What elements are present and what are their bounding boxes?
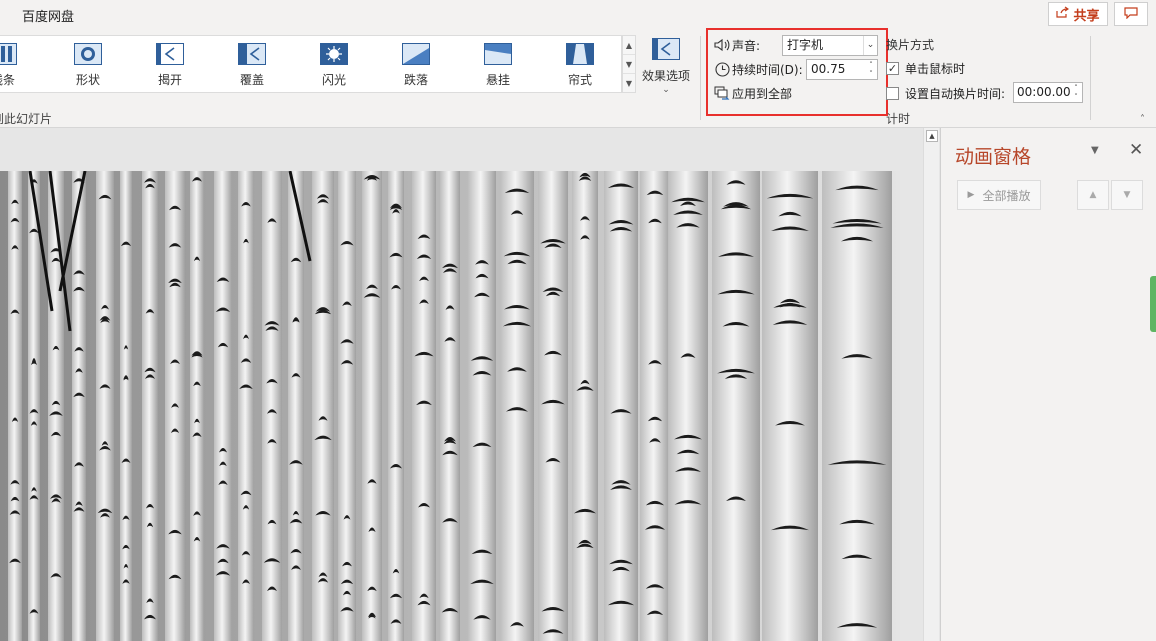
play-all-button[interactable]: ▶ 全部播放 [957,180,1041,210]
speaker-icon [714,37,730,53]
ribbon-top-bar: 百度网盘 共享 [0,0,1156,30]
apply-all-label: 应用到全部 [732,86,793,101]
animation-pane: 动画窗格 ▼ ✕ ▶ 全部播放 ▲ ▼ [940,128,1156,641]
effect-options-button[interactable]: 效果选项 ⌄ [640,38,692,100]
sound-row: 声音: [714,35,760,55]
spin-up-icon[interactable]: ˄ [865,61,877,70]
play-all-label: 全部播放 [982,188,1031,203]
flash-icon [320,43,348,65]
on-click-option[interactable]: ✓ 单击鼠标时 [886,60,965,77]
spin-down-icon[interactable]: ˅ [1070,93,1082,102]
transition-flash[interactable]: 闪光 [299,36,369,94]
animation-pane-title: 动画窗格 [955,146,1032,168]
uncover-icon [156,43,184,65]
auto-advance-checkbox[interactable] [886,87,899,100]
on-click-checkbox[interactable]: ✓ [886,62,899,75]
cover-icon [238,43,266,65]
transition-group-label: 切换到此幻灯片 [0,112,53,126]
pane-options-icon[interactable]: ▼ [1091,145,1099,156]
transition-drape[interactable]: 悬挂 [463,36,533,94]
collapse-ribbon-icon[interactable]: ˄ [1140,114,1145,125]
comment-button[interactable] [1114,2,1148,26]
transition-label: 闪光 [321,73,346,87]
clock-icon [714,61,730,77]
duration-value: 00.75 [811,62,846,76]
transition-uncover[interactable]: 揭开 [135,36,205,94]
share-icon [1056,6,1070,22]
transition-lines[interactable]: 线条 [0,36,38,94]
transition-fall[interactable]: 跌落 [381,36,451,94]
transition-cover[interactable]: 覆盖 [217,36,287,94]
auto-advance-time-spinner[interactable]: 00:00.00 ˄ ˅ [1013,82,1083,103]
scroll-up-arrow[interactable]: ▲ [926,130,938,142]
auto-advance-label: 设置自动换片时间: [905,87,1006,101]
drape-icon [484,43,512,65]
effect-options-label: 效果选项 [641,69,690,83]
gallery-scroll-down[interactable]: ▼ [623,55,635,74]
sound-dropdown[interactable]: 打字机 ⌄ [782,35,878,56]
birch-forest-image [0,171,900,641]
duration-row: 持续时间(D): [714,59,803,79]
move-earlier-button[interactable]: ▲ [1077,180,1109,210]
transition-shape[interactable]: 形状 [53,36,123,94]
transition-curtains[interactable]: 帘式 [545,36,615,94]
apply-all-icon [714,85,730,101]
slide-editing-area [0,128,922,641]
fall-icon [402,43,430,65]
gallery-expand[interactable]: ▼ [623,74,635,93]
ribbon-transitions: 线条 形状 揭开 覆盖 闪光 [0,30,1156,128]
chevron-down-icon: ⌄ [662,85,670,95]
shape-icon [74,43,102,65]
duration-label: 持续时间(D): [732,62,803,77]
transition-label: 帘式 [567,73,592,87]
timing-highlight-box: 声音: 打字机 ⌄ 持续时间(D): 00.75 ˄ ˅ 应用到全部 [706,28,888,116]
lines-icon [0,43,17,65]
transition-label: 形状 [75,73,100,87]
ribbon-separator [1090,36,1091,120]
transition-label: 跌落 [403,73,428,87]
timing-group-label: 计时 [886,112,911,126]
share-label: 共享 [1073,8,1100,24]
on-click-label: 单击鼠标时 [905,62,966,76]
play-icon: ▶ [967,190,975,200]
auto-advance-option[interactable]: 设置自动换片时间: [886,85,1005,102]
curtains-icon [566,43,594,65]
chevron-down-icon[interactable]: ⌄ [863,36,877,55]
duration-spinner[interactable]: 00.75 ˄ ˅ [806,59,878,80]
comment-icon [1124,6,1138,22]
sound-value: 打字机 [787,38,824,52]
transition-gallery: 线条 形状 揭开 覆盖 闪光 [0,35,622,93]
spin-down-icon[interactable]: ˅ [865,70,877,79]
transition-label: 线条 [0,73,15,87]
auto-advance-time-value: 00:00.00 [1017,85,1071,99]
close-icon[interactable]: ✕ [1129,140,1143,160]
ribbon-separator [700,36,701,120]
baidu-netdisk-tab[interactable]: 百度网盘 [22,6,74,25]
move-later-button[interactable]: ▼ [1111,180,1143,210]
effect-options-icon [652,38,680,60]
share-button[interactable]: 共享 [1048,2,1108,26]
slide-birch-photo[interactable] [0,171,900,641]
transition-label: 揭开 [157,73,182,87]
slide-vertical-scrollbar[interactable]: ▲ [923,128,939,641]
advance-slide-title: 换片方式 [886,38,935,52]
apply-all-button[interactable]: 应用到全部 [714,83,792,103]
sound-label: 声音: [732,38,761,53]
spin-up-icon[interactable]: ˄ [1070,84,1082,93]
transition-label: 悬挂 [485,73,510,87]
transition-label: 覆盖 [239,73,264,87]
gallery-scroll: ▲ ▼ ▼ [622,35,636,93]
pane-edge-indicator [1150,276,1156,332]
gallery-scroll-up[interactable]: ▲ [623,36,635,55]
